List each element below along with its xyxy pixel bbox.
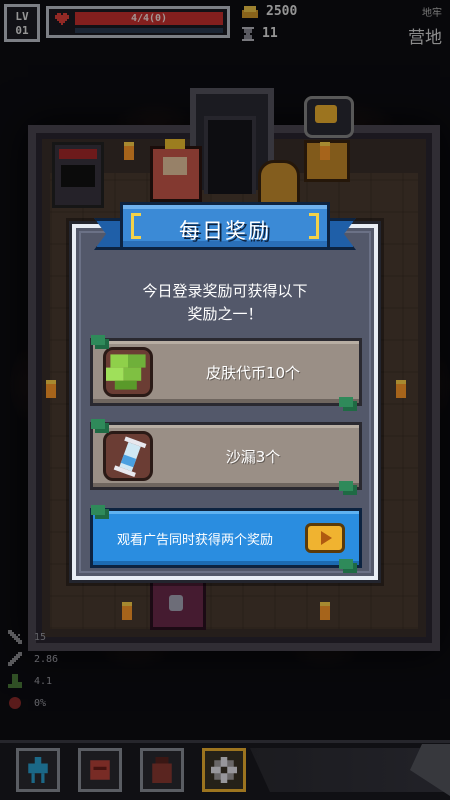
watch-ad-button[interactable]: 观看广告同时获得两个奖励 <box>90 505 362 569</box>
leaf-decoration <box>339 481 353 491</box>
leaf-decoration <box>339 559 353 569</box>
hourglass-icon <box>103 431 153 481</box>
dialog-title-banner: 每日奖励 <box>94 202 334 254</box>
game-screen: LV 01 4/4(0) 2500 11 地牢 营地 15 2.86 4.1 0… <box>0 0 450 800</box>
leaf-decoration <box>91 419 105 429</box>
description-line-2: 奖励之一！ <box>187 305 263 323</box>
leaf-decoration <box>339 397 353 407</box>
dialog-title: 每日奖励 <box>179 219 271 243</box>
daily-reward-dialog: 今日登录奖励可获得以下 奖励之一！ 皮肤代币10个 沙漏3个 观看广告同时获得两… <box>69 221 381 583</box>
leaf-decoration <box>91 505 105 515</box>
description-line-1: 今日登录奖励可获得以下 <box>142 282 308 300</box>
dialog-description: 今日登录奖励可获得以下 奖励之一！ <box>96 280 354 326</box>
play-video-icon <box>305 523 345 553</box>
reward-option-hourglass[interactable]: 沙漏3个 <box>90 419 362 491</box>
reward-option-skin-tokens[interactable]: 皮肤代币10个 <box>90 335 362 407</box>
watch-ad-label: 观看广告同时获得两个奖励 <box>117 532 274 548</box>
green-coins-icon <box>103 347 153 397</box>
leaf-decoration <box>91 335 105 345</box>
reward-label: 沙漏3个 <box>225 447 281 466</box>
reward-label: 皮肤代币10个 <box>205 363 301 382</box>
banner-body: 每日奖励 <box>120 202 330 250</box>
